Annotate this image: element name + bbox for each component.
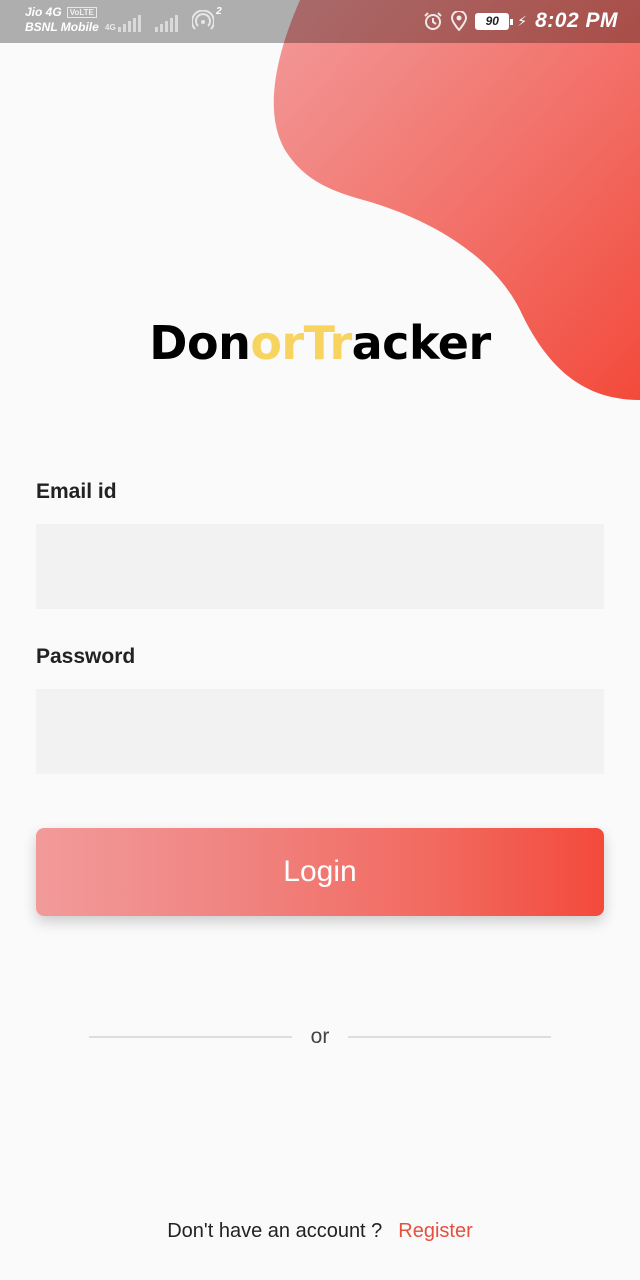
divider-text: or <box>310 1025 330 1048</box>
status-bar: Jio 4G VoLTE BSNL Mobile 4G 2 90 ⚡ 8:02 … <box>0 0 640 43</box>
logo-part-1: Don <box>149 316 251 370</box>
carrier-info: Jio 4G VoLTE BSNL Mobile <box>25 5 99 35</box>
volte-badge: VoLTE <box>66 7 97 18</box>
email-field[interactable] <box>36 524 604 609</box>
battery-level: 90 <box>485 13 499 28</box>
logo-part-3: acker <box>351 316 492 370</box>
battery-icon: 90 <box>475 12 514 30</box>
login-button[interactable]: Login <box>36 828 604 916</box>
hotspot-count: 2 <box>216 6 222 17</box>
register-link[interactable]: Register <box>398 1220 472 1242</box>
carrier-secondary: BSNL Mobile <box>25 20 99 34</box>
divider-line-right <box>348 1036 551 1038</box>
signal-icon-secondary <box>154 14 178 32</box>
hotspot-icon: 2 <box>190 6 222 32</box>
register-prompt-row: Don't have an account ? Register <box>0 1220 640 1243</box>
carrier-primary: Jio 4G <box>25 5 62 19</box>
location-icon <box>451 11 468 31</box>
divider-line-left <box>89 1036 292 1038</box>
network-indicators: 4G 2 <box>105 6 222 32</box>
register-prompt: Don't have an account ? <box>167 1220 383 1242</box>
app-logo: DonorTracker <box>0 316 640 370</box>
alarm-icon <box>424 12 442 30</box>
status-right-group: 90 ⚡ 8:02 PM <box>423 9 618 33</box>
email-label: Email id <box>36 480 117 503</box>
clock: 8:02 PM <box>535 9 618 32</box>
charging-icon: ⚡ <box>517 12 528 29</box>
network-type: 4G <box>105 23 116 32</box>
signal-icon <box>117 14 141 32</box>
logo-part-2: orTr <box>250 316 352 370</box>
password-field[interactable] <box>36 689 604 774</box>
password-label: Password <box>36 645 136 668</box>
